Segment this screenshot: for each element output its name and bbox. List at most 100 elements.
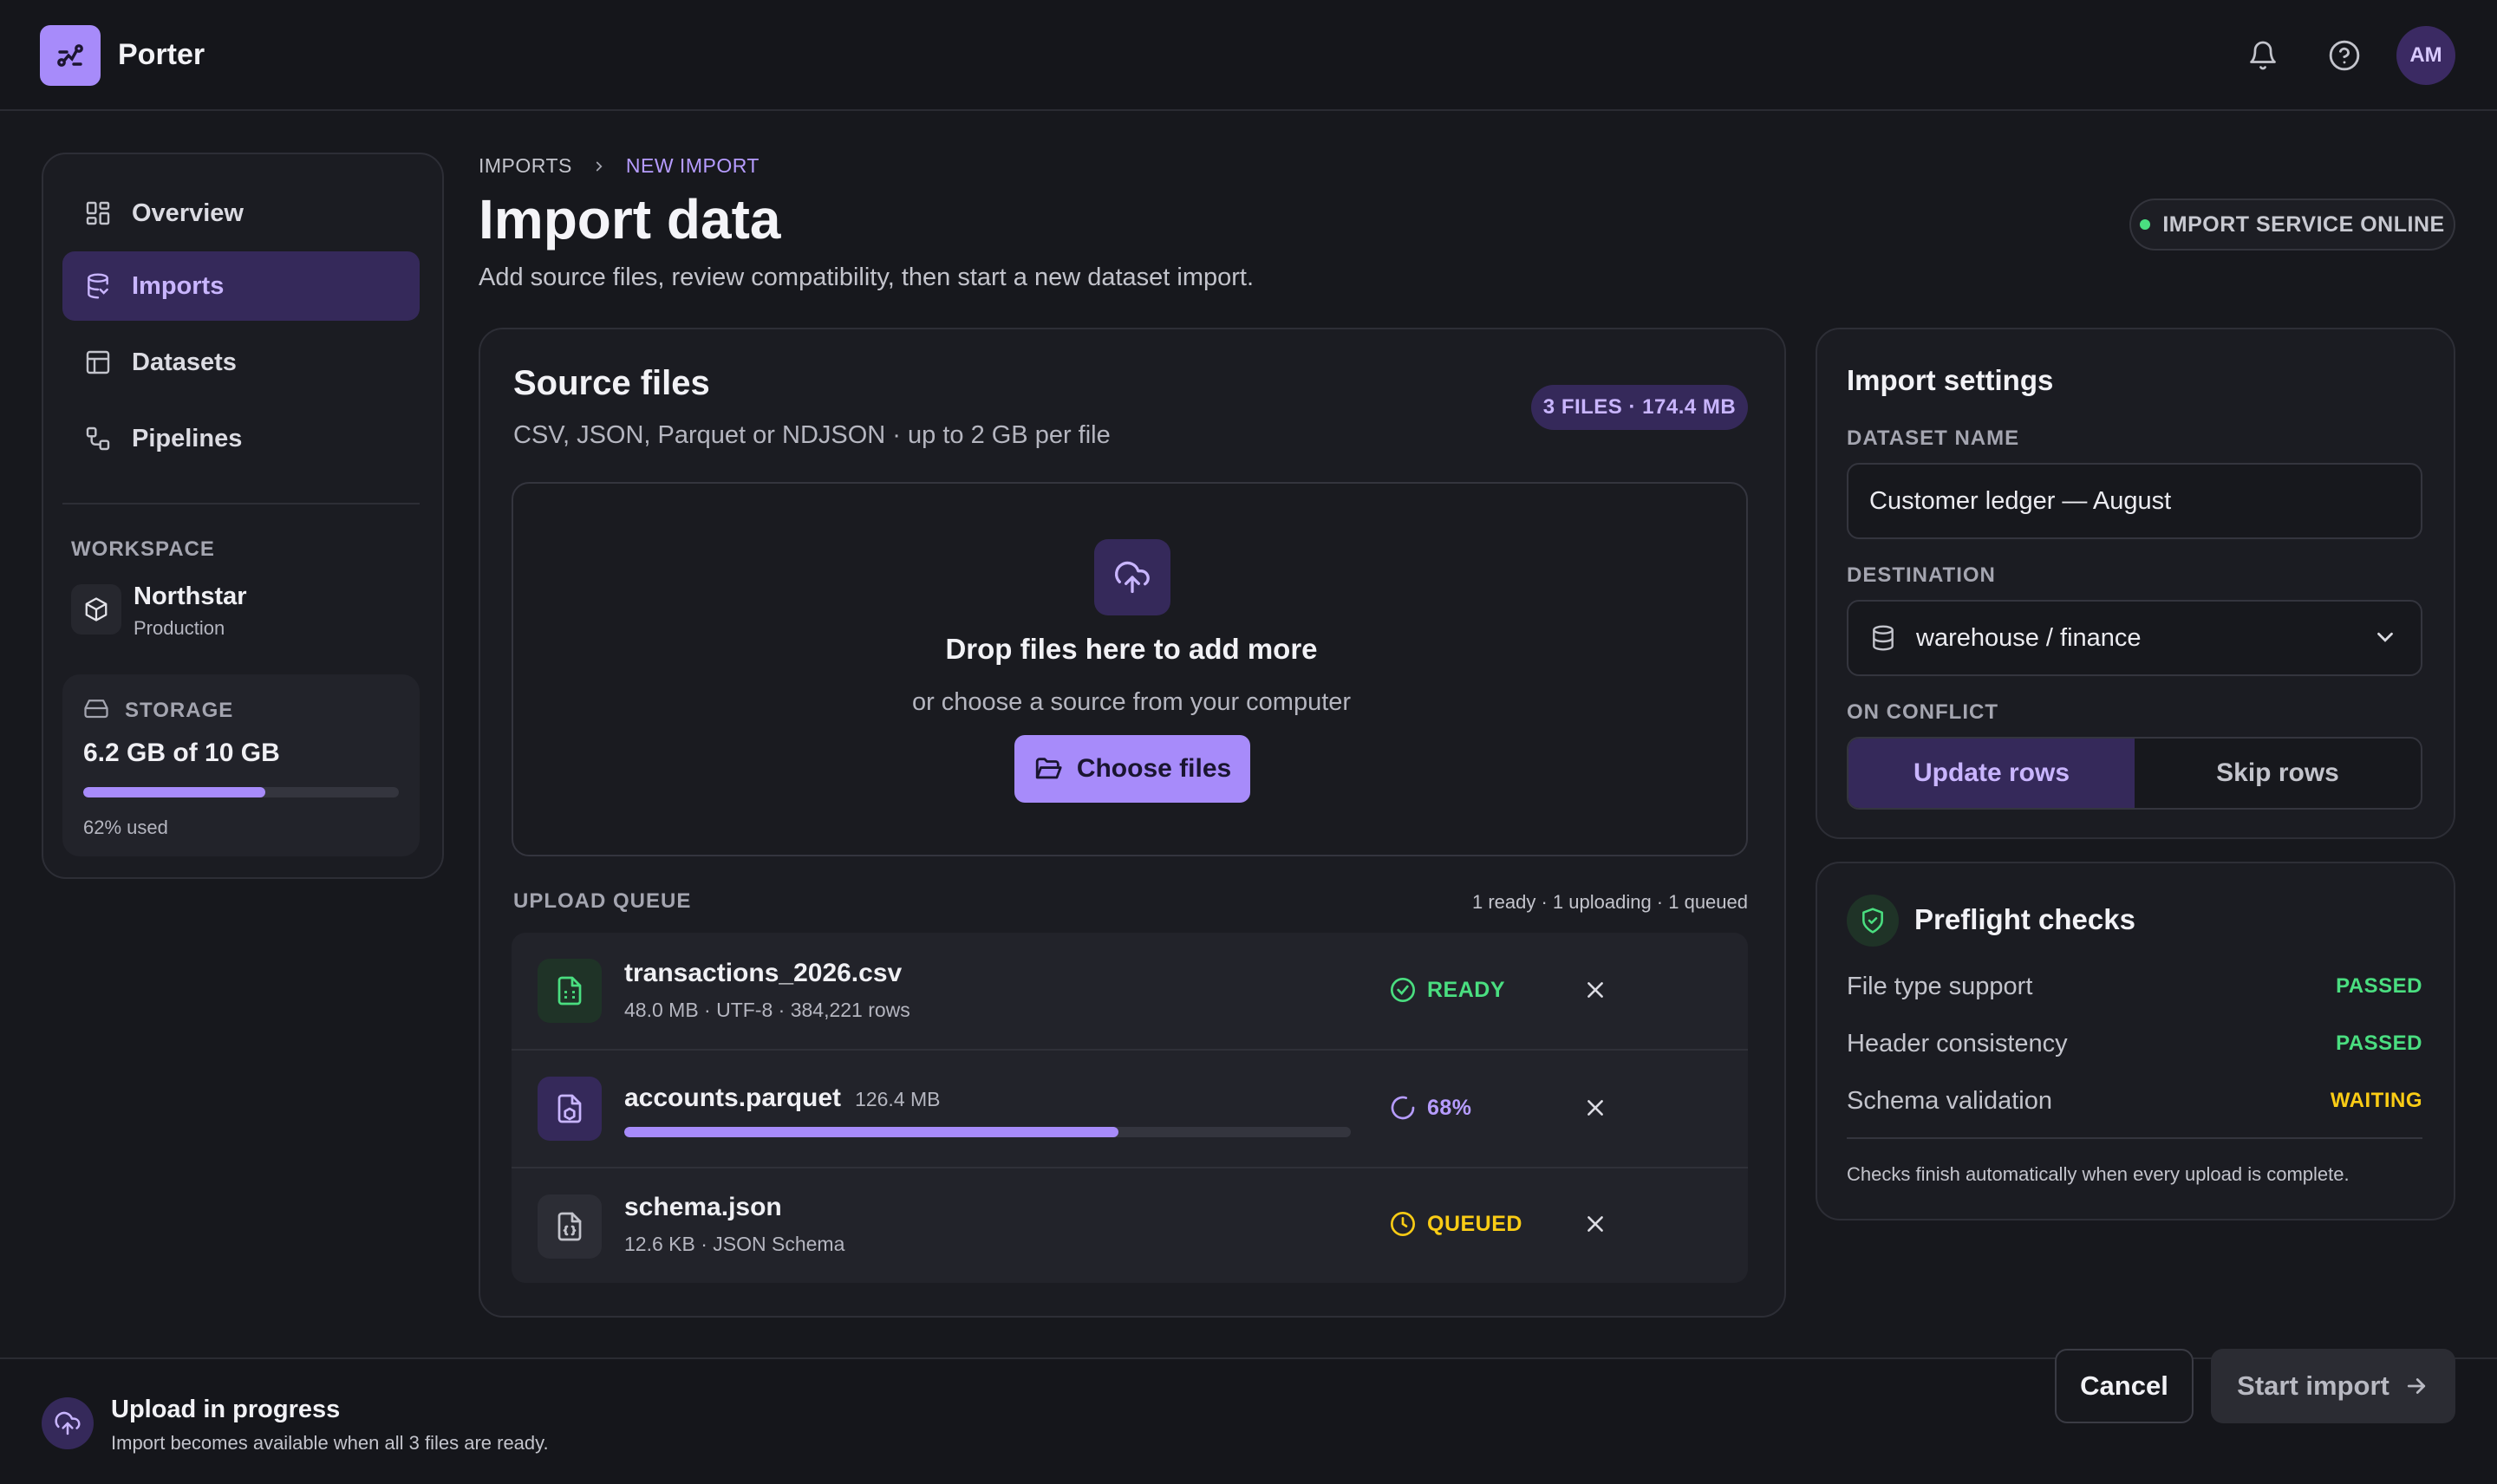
check-name: Schema validation (1847, 1086, 2052, 1115)
json-file-icon (538, 1194, 602, 1259)
avatar[interactable]: AM (2396, 26, 2455, 85)
start-import-button[interactable]: Start import (2211, 1349, 2455, 1423)
file-status: 68% (1427, 1095, 1472, 1120)
preflight-note: Checks finish automatically when every u… (1847, 1163, 2350, 1185)
file-title-group: accounts.parquet 126.4 MB (624, 1084, 941, 1113)
logo-icon[interactable] (40, 25, 101, 86)
file-meta: 48.0 MB · UTF-8 · 384,221 rows (624, 999, 910, 1021)
spinner-icon (1389, 1094, 1417, 1122)
file-name: accounts.parquet (624, 1084, 842, 1112)
check-name: Header consistency (1847, 1029, 2068, 1058)
status-badge: READY (1389, 976, 1505, 1004)
breadcrumb-imports[interactable]: IMPORTS (479, 154, 572, 178)
remove-file-button[interactable] (1580, 1208, 1611, 1240)
clock-icon (1389, 1210, 1417, 1238)
remove-file-button[interactable] (1580, 1092, 1611, 1123)
workspace-name[interactable]: Northstar (134, 583, 247, 611)
start-import-label: Start import (2237, 1370, 2389, 1401)
sidebar-item-label: Overview (132, 199, 244, 227)
destination-label: DESTINATION (1847, 563, 1996, 587)
folder-open-icon (1033, 754, 1063, 784)
check-name: File type support (1847, 972, 2033, 1000)
file-name: schema.json (624, 1193, 782, 1221)
source-files-title: Source files (513, 364, 710, 402)
dataset-name-label: DATASET NAME (1847, 426, 2020, 450)
preflight-divider (1847, 1137, 2422, 1139)
check-status: PASSED (2336, 974, 2422, 998)
source-files-subtitle: CSV, JSON, Parquet or NDJSON · up to 2 G… (513, 421, 1111, 449)
pipeline-icon (83, 424, 113, 453)
choose-files-label: Choose files (1076, 754, 1232, 783)
file-dropzone[interactable]: Drop files here to add more or choose a … (512, 482, 1748, 856)
check-status: WAITING (2330, 1089, 2422, 1112)
upload-progress-bar (624, 1127, 1351, 1137)
upload-queue-summary: 1 ready · 1 uploading · 1 queued (1471, 891, 1748, 913)
shield-check-icon (1847, 895, 1899, 947)
remove-file-button[interactable] (1580, 974, 1611, 1006)
arrow-right-icon (2403, 1373, 2429, 1399)
page-title: Import data (479, 188, 781, 251)
service-status-badge: IMPORT SERVICE ONLINE (2129, 199, 2455, 251)
storage-progress-bar (83, 787, 399, 797)
check-status: PASSED (2336, 1032, 2422, 1055)
sidebar-item-label: Datasets (132, 348, 237, 376)
close-icon (1588, 1100, 1603, 1116)
queue-row: transactions_2026.csv 48.0 MB · UTF-8 · … (512, 933, 1748, 1049)
upload-progress-fill (624, 1127, 1118, 1137)
cancel-button[interactable]: Cancel (2055, 1349, 2194, 1423)
sidebar-item-imports[interactable]: Imports (62, 251, 420, 321)
dropzone-title: Drop files here to add more (945, 633, 1318, 665)
close-icon (1588, 1216, 1603, 1232)
sidebar-divider (62, 503, 420, 504)
dropzone-subtitle: or choose a source from your computer (911, 688, 1352, 716)
database-icon (1869, 624, 1897, 652)
sidebar-item-label: Imports (132, 271, 225, 300)
parquet-file-icon (538, 1077, 602, 1141)
file-status: READY (1427, 977, 1506, 1002)
sidebar-item-overview[interactable]: Overview (62, 179, 420, 248)
status-badge: 68% (1389, 1094, 1472, 1122)
storage-card: STORAGE 6.2 GB of 10 GB 62% used (62, 674, 420, 856)
upload-queue-label: UPLOAD QUEUE (513, 889, 692, 913)
check-row: Schema validation WAITING (1847, 1084, 2422, 1118)
file-name: transactions_2026.csv (624, 959, 903, 987)
help-icon[interactable] (2324, 35, 2365, 76)
destination-select[interactable]: warehouse / finance (1847, 600, 2422, 676)
upload-status-subtitle: Import becomes available when all 3 file… (111, 1432, 549, 1454)
dataset-name-input[interactable]: Customer ledger — August (1847, 463, 2422, 539)
breadcrumb: IMPORTS NEW IMPORT (479, 154, 760, 178)
preflight-title: Preflight checks (1914, 903, 2135, 935)
import-settings-title: Import settings (1847, 364, 2054, 396)
sidebar-item-datasets[interactable]: Datasets (62, 328, 420, 397)
file-status: QUEUED (1427, 1211, 1522, 1236)
app-title: Porter (118, 38, 205, 71)
workspace-label: WORKSPACE (71, 537, 215, 561)
storage-used: 62% used (83, 817, 168, 838)
bell-icon[interactable] (2242, 35, 2284, 76)
cube-icon (71, 584, 121, 635)
close-icon (1588, 982, 1603, 998)
hard-drive-icon (83, 695, 109, 721)
destination-value: warehouse / finance (1916, 623, 2142, 652)
chevron-right-icon (591, 159, 607, 174)
sidebar-item-pipelines[interactable]: Pipelines (62, 404, 420, 473)
files-count-badge: 3 FILES · 174.4 MB (1531, 385, 1748, 430)
storage-value: 6.2 GB of 10 GB (83, 739, 280, 767)
file-meta: 126.4 MB (855, 1088, 941, 1110)
page-subtitle: Add source files, review compatibility, … (479, 264, 1255, 291)
cloud-upload-icon (42, 1397, 94, 1449)
top-bar: Porter AM (0, 0, 2497, 111)
chevron-down-icon (2372, 624, 2398, 650)
skip-rows-option[interactable]: Skip rows (2135, 739, 2421, 808)
csv-file-icon (538, 959, 602, 1023)
on-conflict-toggle: Update rows Skip rows (1847, 737, 2422, 810)
table-icon (83, 348, 113, 377)
update-rows-option[interactable]: Update rows (1848, 739, 2135, 808)
choose-files-button[interactable]: Choose files (1014, 735, 1250, 803)
queue-row: schema.json 12.6 KB · JSON Schema QUEUED (512, 1168, 1748, 1283)
breadcrumb-current: NEW IMPORT (625, 154, 760, 177)
service-status-text: IMPORT SERVICE ONLINE (2162, 212, 2445, 237)
storage-progress-fill (83, 787, 265, 797)
workspace-environment: Production (134, 617, 225, 639)
queue-row: accounts.parquet 126.4 MB 68% (512, 1051, 1748, 1167)
